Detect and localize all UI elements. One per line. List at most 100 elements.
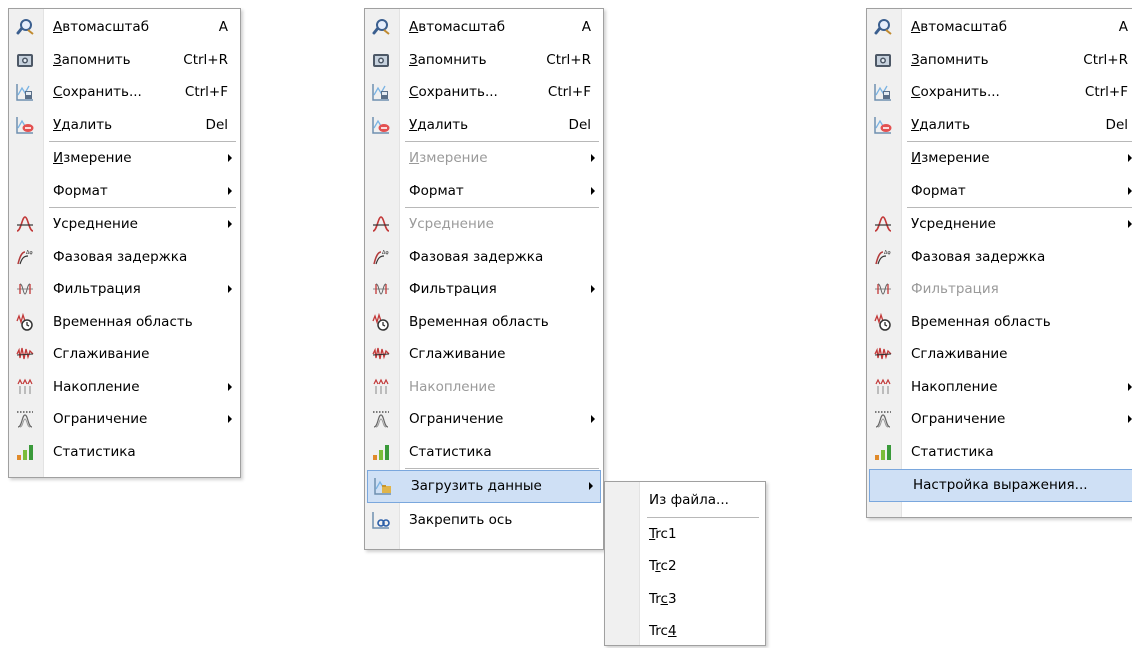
menu-item-удалить[interactable]: Удалить Del — [9, 109, 240, 142]
menu-item-label: Накопление — [53, 378, 140, 395]
menu-item-ограничение[interactable]: Ограничение — [365, 403, 603, 436]
menu-item-label: Автомасштаб — [911, 19, 1008, 36]
menu-item-формат[interactable]: Формат — [9, 175, 240, 208]
menu-item-усреднение[interactable]: Усреднение — [867, 208, 1132, 241]
menu-item-накопление: Накопление — [365, 371, 603, 404]
time-domain-icon — [16, 312, 34, 331]
menu-shortcut: Ctrl+F — [547, 84, 591, 101]
accumulation-icon — [874, 378, 892, 396]
menu-item-label: Сглаживание — [911, 346, 1008, 363]
menu-item-сглаживание[interactable]: Сглаживание — [365, 338, 603, 371]
menu-item-временная-область[interactable]: Временная область — [9, 306, 240, 339]
menu-item-label: Автомасштаб — [53, 19, 150, 36]
menu-item-сохранить[interactable]: Сохранить... Ctrl+F — [867, 76, 1132, 109]
menu-item-label: Измерение — [911, 150, 990, 167]
menu-item-формат[interactable]: Формат — [867, 175, 1132, 208]
menu-shortcut: A — [1118, 19, 1128, 36]
submenu-arrow-icon — [1128, 382, 1132, 391]
menu-item-label: Ограничение — [911, 411, 1006, 428]
delete-chart-icon — [874, 116, 892, 134]
menu-item-фазовая-задержка[interactable]: Δφ Фазовая задержка — [9, 241, 240, 274]
menu-item-сглаживание[interactable]: Сглаживание — [9, 338, 240, 371]
menu-item-статистика[interactable]: Статистика — [365, 436, 603, 469]
menu-item-label: Ограничение — [409, 411, 504, 428]
menu-item-загрузить-данные[interactable]: Загрузить данные — [367, 470, 601, 503]
menu-item-trc2[interactable]: Trc2 — [605, 550, 765, 583]
menu-item-сохранить[interactable]: Сохранить... Ctrl+F — [9, 76, 240, 109]
menu-item-label: Trc2 — [649, 558, 677, 575]
menu-item-label: Формат — [409, 182, 464, 199]
menu-item-label: Сглаживание — [409, 346, 506, 363]
menu-item-статистика[interactable]: Статистика — [9, 436, 240, 469]
autoscale-icon — [874, 18, 892, 36]
submenu-arrow-icon — [589, 482, 593, 490]
menu-item-усреднение[interactable]: Усреднение — [9, 208, 240, 241]
autoscale-icon — [16, 18, 34, 36]
context-menu-2: Автомасштаб A Запомнить Ctrl+R Сохранить... C… — [364, 8, 604, 550]
submenu-arrow-icon — [228, 382, 232, 391]
menu-item-удалить[interactable]: Удалить Del — [867, 109, 1132, 142]
menu-item-label: Усреднение — [911, 216, 996, 233]
menu-item-label: Статистика — [409, 443, 492, 460]
menu-item-trc3[interactable]: Trc3 — [605, 583, 765, 616]
limit-icon — [372, 410, 390, 428]
filter-icon — [372, 280, 390, 298]
menu-item-запомнить[interactable]: Запомнить Ctrl+R — [867, 44, 1132, 77]
menu-item-запомнить[interactable]: Запомнить Ctrl+R — [9, 44, 240, 77]
menu-item-накопление[interactable]: Накопление — [9, 371, 240, 404]
menu-item-измерение[interactable]: Измерение — [867, 142, 1132, 175]
menu-item-закрепить-ось[interactable]: Закрепить ось — [365, 504, 603, 537]
menu-item-trc4[interactable]: Trc4 — [605, 615, 765, 648]
save-chart-icon — [372, 83, 390, 101]
menu-item-label: Измерение — [409, 150, 488, 167]
menu-item-автомасштаб[interactable]: Автомасштаб A — [9, 11, 240, 44]
menu-item-label: Удалить — [53, 116, 113, 133]
menu-item-накопление[interactable]: Накопление — [867, 371, 1132, 404]
menu-item-trc1[interactable]: Trc1 — [605, 518, 765, 551]
menu-item-label: Автомасштаб — [409, 19, 506, 36]
menu-item-label: Фазовая задержка — [53, 248, 188, 265]
menu-item-автомасштаб[interactable]: Автомасштаб A — [365, 11, 603, 44]
menu-item-фазовая-задержка[interactable]: Δφ Фазовая задержка — [365, 241, 603, 274]
camera-icon — [372, 51, 390, 69]
menu-item-label: Trc1 — [649, 525, 677, 542]
menu-item-формат[interactable]: Формат — [365, 175, 603, 208]
menu-item-запомнить[interactable]: Запомнить Ctrl+R — [365, 44, 603, 77]
menu-item-фильтрация[interactable]: Фильтрация — [9, 273, 240, 306]
menu-item-из-файла[interactable]: Из файла... — [605, 484, 765, 517]
submenu-arrow-icon — [228, 415, 232, 423]
save-chart-icon — [16, 83, 34, 101]
menu-item-сглаживание[interactable]: Сглаживание — [867, 338, 1132, 371]
save-chart-icon — [874, 83, 892, 101]
menu-item-label: Настройка выражения... — [913, 477, 1088, 494]
menu-item-статистика[interactable]: Статистика — [867, 436, 1132, 469]
menu-item-удалить[interactable]: Удалить Del — [365, 109, 603, 142]
delete-chart-icon — [16, 116, 34, 134]
statistics-icon — [372, 443, 390, 461]
menu-item-label: Trc4 — [649, 623, 677, 640]
menu-item-ограничение[interactable]: Ограничение — [9, 403, 240, 436]
menu-item-фазовая-задержка[interactable]: Δφ Фазовая задержка — [867, 241, 1132, 274]
svg-text:Δφ: Δφ — [26, 250, 33, 256]
smoothing-icon — [16, 345, 34, 363]
menu-item-автомасштаб[interactable]: Автомасштаб A — [867, 11, 1132, 44]
menu-item-label: Временная область — [409, 313, 549, 330]
filter-icon — [16, 280, 34, 298]
menu-item-ограничение[interactable]: Ограничение — [867, 403, 1132, 436]
menu-shortcut: Ctrl+R — [183, 51, 228, 68]
menu-item-временная-область[interactable]: Временная область — [867, 306, 1132, 339]
smoothing-icon — [372, 345, 390, 363]
statistics-icon — [16, 443, 34, 461]
menu-item-сохранить[interactable]: Сохранить... Ctrl+F — [365, 76, 603, 109]
menu-separator — [405, 468, 599, 469]
smoothing-icon — [874, 345, 892, 363]
menu-item-настройка-выражения[interactable]: Настройка выражения... — [869, 469, 1132, 502]
menu-item-фильтрация: Фильтрация — [867, 273, 1132, 306]
menu-item-label: Усреднение — [53, 216, 138, 233]
menu-item-label: Временная область — [911, 313, 1051, 330]
menu-item-измерение[interactable]: Измерение — [9, 142, 240, 175]
accumulation-icon — [372, 378, 390, 396]
menu-item-фильтрация[interactable]: Фильтрация — [365, 273, 603, 306]
accumulation-icon — [16, 378, 34, 396]
menu-item-временная-область[interactable]: Временная область — [365, 306, 603, 339]
